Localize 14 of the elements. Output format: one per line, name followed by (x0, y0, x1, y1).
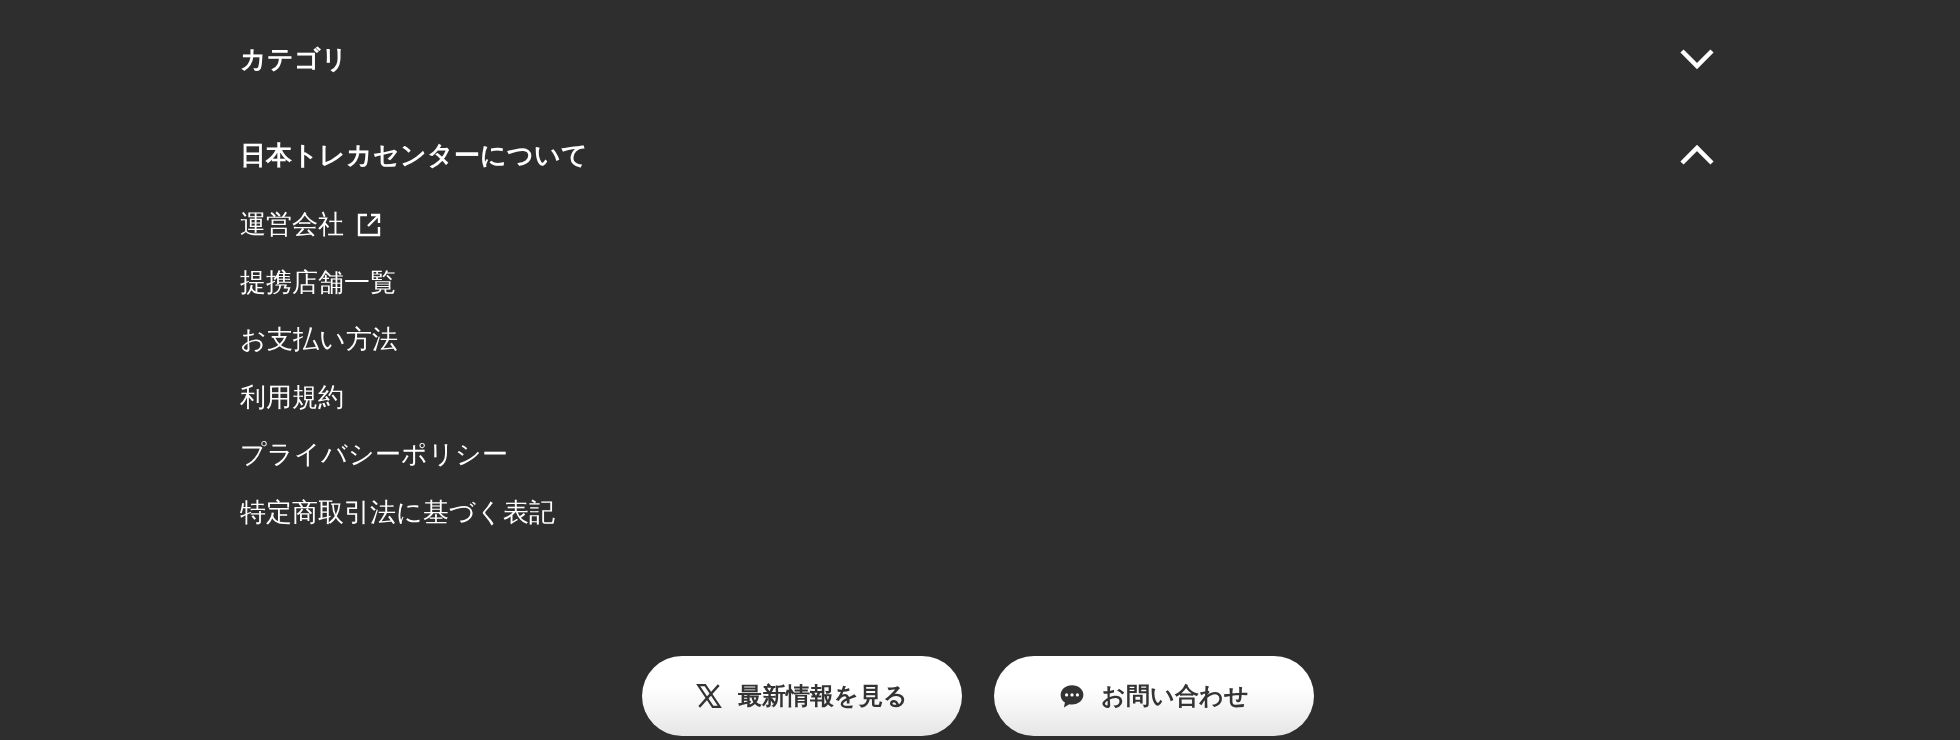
x-logo-icon (695, 683, 722, 709)
section-title[interactable]: カテゴリ (240, 41, 348, 77)
chevron-up-icon[interactable] (1679, 144, 1715, 166)
footer-link[interactable]: 特定商取引法に基づく表記 (240, 494, 555, 530)
news-button[interactable]: 最新情報を見る (641, 656, 962, 736)
chevron-down-icon[interactable] (1679, 48, 1715, 70)
footer-link[interactable]: プライバシーポリシー (240, 437, 508, 473)
footer-link[interactable]: 運営会社 (240, 207, 344, 243)
footer-link[interactable]: 提携店舗一覧 (240, 264, 396, 300)
contact-button[interactable]: お問い合わせ (993, 656, 1314, 736)
footer-link[interactable]: お支払い方法 (240, 322, 398, 358)
footer-link[interactable]: 利用規約 (240, 379, 344, 415)
section-title[interactable]: 日本トレカセンターについて (240, 137, 588, 173)
chat-bubble-icon (1058, 683, 1085, 709)
